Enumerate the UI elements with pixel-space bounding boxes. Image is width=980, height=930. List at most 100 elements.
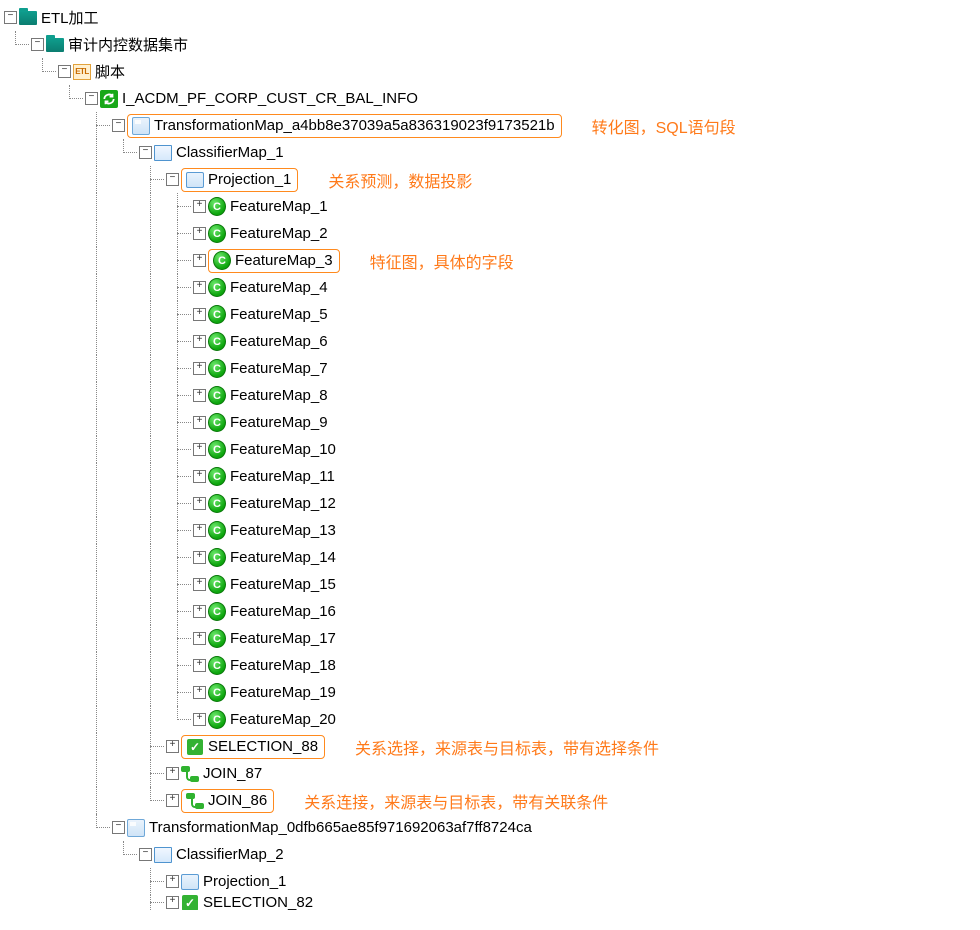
node-label: ClassifierMap_1 [174, 144, 286, 161]
tree-node-feature[interactable]: +CFeatureMap_15 [4, 571, 980, 598]
transformation-map-icon [127, 819, 145, 837]
tree-node-proj2[interactable]: + Projection_1 [4, 868, 980, 895]
tree-node-feature[interactable]: +CFeatureMap_6 [4, 328, 980, 355]
expand-icon[interactable]: + [193, 416, 206, 429]
expand-icon[interactable]: + [193, 551, 206, 564]
expand-icon[interactable]: + [193, 389, 206, 402]
collapse-icon[interactable]: − [139, 146, 152, 159]
expand-icon[interactable]: + [193, 686, 206, 699]
node-label: FeatureMap_1 [228, 198, 330, 215]
highlighted-node: CFeatureMap_3 [208, 249, 340, 273]
expand-icon[interactable]: + [166, 767, 179, 780]
expand-icon[interactable]: + [193, 308, 206, 321]
tree-node-mart[interactable]: − 审计内控数据集市 [4, 31, 980, 58]
expand-icon[interactable]: + [166, 740, 179, 753]
feature-map-icon: C [208, 657, 226, 675]
expand-icon[interactable]: + [166, 875, 179, 888]
collapse-icon[interactable]: − [112, 119, 125, 132]
node-label: JOIN_86 [206, 792, 269, 809]
expand-icon[interactable]: + [193, 497, 206, 510]
tree-node-cmap2[interactable]: − ClassifierMap_2 [4, 841, 980, 868]
node-label: ClassifierMap_2 [174, 846, 286, 863]
tree-node-feature[interactable]: +CFeatureMap_18 [4, 652, 980, 679]
annotation-proj: 关系预测，数据投影 [328, 168, 472, 192]
annotation-join: 关系连接，来源表与目标表，带有关联条件 [304, 789, 608, 813]
expand-icon[interactable]: + [166, 896, 179, 909]
expand-icon[interactable]: + [193, 335, 206, 348]
tree-node-sel88[interactable]: + ✓ SELECTION_88 关系选择，来源表与目标表，带有选择条件 [4, 733, 980, 760]
collapse-icon[interactable]: − [85, 92, 98, 105]
feature-map-icon: C [208, 360, 226, 378]
node-label: FeatureMap_11 [228, 468, 337, 485]
expand-icon[interactable]: + [193, 659, 206, 672]
node-label: FeatureMap_5 [228, 306, 330, 323]
collapse-icon[interactable]: − [166, 173, 179, 186]
expand-icon[interactable]: + [193, 362, 206, 375]
node-label: FeatureMap_9 [228, 414, 330, 431]
expand-icon[interactable]: + [193, 713, 206, 726]
collapse-icon[interactable]: − [4, 11, 17, 24]
expand-icon[interactable]: + [166, 794, 179, 807]
tree-node-feature[interactable]: +CFeatureMap_20 [4, 706, 980, 733]
node-label: Projection_1 [206, 171, 293, 188]
collapse-icon[interactable]: − [139, 848, 152, 861]
tree-node-job[interactable]: − I_ACDM_PF_CORP_CUST_CR_BAL_INFO [4, 85, 980, 112]
feature-map-icon: C [208, 522, 226, 540]
tree-node-proj1[interactable]: − Projection_1 关系预测，数据投影 [4, 166, 980, 193]
highlighted-node: Projection_1 [181, 168, 298, 192]
tree-node-feature[interactable]: +CFeatureMap_7 [4, 355, 980, 382]
expand-icon[interactable]: + [193, 470, 206, 483]
tree-node-scripts[interactable]: − ETL 脚本 [4, 58, 980, 85]
tree-node-feature[interactable]: +CFeatureMap_5 [4, 301, 980, 328]
expand-icon[interactable]: + [193, 281, 206, 294]
expand-icon[interactable]: + [193, 524, 206, 537]
tree-node-feature[interactable]: +CFeatureMap_17 [4, 625, 980, 652]
tree-node-feature[interactable]: +CFeatureMap_8 [4, 382, 980, 409]
classifier-map-icon [154, 144, 172, 162]
highlighted-node: JOIN_86 [181, 789, 274, 813]
expand-icon[interactable]: + [193, 254, 206, 267]
tree-node-feature[interactable]: +CFeatureMap_3特征图，具体的字段 [4, 247, 980, 274]
feature-map-icon: C [208, 630, 226, 648]
node-label: FeatureMap_2 [228, 225, 330, 242]
tree-node-join87[interactable]: + JOIN_87 [4, 760, 980, 787]
node-label: FeatureMap_16 [228, 603, 338, 620]
expand-icon[interactable]: + [193, 443, 206, 456]
feature-map-icon: C [213, 252, 231, 270]
tree-node-feature[interactable]: +CFeatureMap_12 [4, 490, 980, 517]
tree-node-feature[interactable]: +CFeatureMap_2 [4, 220, 980, 247]
tree-node-feature[interactable]: +CFeatureMap_1 [4, 193, 980, 220]
node-label: FeatureMap_13 [228, 522, 338, 539]
node-label: FeatureMap_18 [228, 657, 338, 674]
etl-script-icon: ETL [73, 63, 91, 81]
annotation-tmap: 转化图，SQL语句段 [592, 114, 736, 138]
tree-node-feature[interactable]: +CFeatureMap_11 [4, 463, 980, 490]
expand-icon[interactable]: + [193, 632, 206, 645]
node-label: Projection_1 [201, 873, 288, 890]
tree-node-sel82[interactable]: + ✓ SELECTION_82 [4, 895, 980, 910]
expand-icon[interactable]: + [193, 605, 206, 618]
tree-node-feature[interactable]: +CFeatureMap_10 [4, 436, 980, 463]
collapse-icon[interactable]: − [112, 821, 125, 834]
tree-node-feature[interactable]: +CFeatureMap_4 [4, 274, 980, 301]
tree-node-feature[interactable]: +CFeatureMap_9 [4, 409, 980, 436]
tree-node-feature[interactable]: +CFeatureMap_14 [4, 544, 980, 571]
expand-icon[interactable]: + [193, 227, 206, 240]
expand-icon[interactable]: + [193, 200, 206, 213]
tree-node-cmap1[interactable]: − ClassifierMap_1 [4, 139, 980, 166]
tree-node-feature[interactable]: +CFeatureMap_13 [4, 517, 980, 544]
tree-node-join86[interactable]: + JOIN_86 关系连接，来源表与目标表，带有关联条件 [4, 787, 980, 814]
node-label: FeatureMap_14 [228, 549, 338, 566]
node-label: JOIN_87 [201, 765, 264, 782]
tree-node-tmap1[interactable]: − TransformationMap_a4bb8e37039a5a836319… [4, 112, 980, 139]
expand-icon[interactable]: + [193, 578, 206, 591]
selection-icon: ✓ [181, 895, 199, 910]
tree-node-tmap2[interactable]: − TransformationMap_0dfb665ae85f97169206… [4, 814, 980, 841]
join-icon [186, 792, 204, 810]
tree-node-root[interactable]: − ETL加工 [4, 4, 980, 31]
tree-node-feature[interactable]: +CFeatureMap_19 [4, 679, 980, 706]
feature-map-icon: C [208, 684, 226, 702]
collapse-icon[interactable]: − [31, 38, 44, 51]
collapse-icon[interactable]: − [58, 65, 71, 78]
tree-node-feature[interactable]: +CFeatureMap_16 [4, 598, 980, 625]
